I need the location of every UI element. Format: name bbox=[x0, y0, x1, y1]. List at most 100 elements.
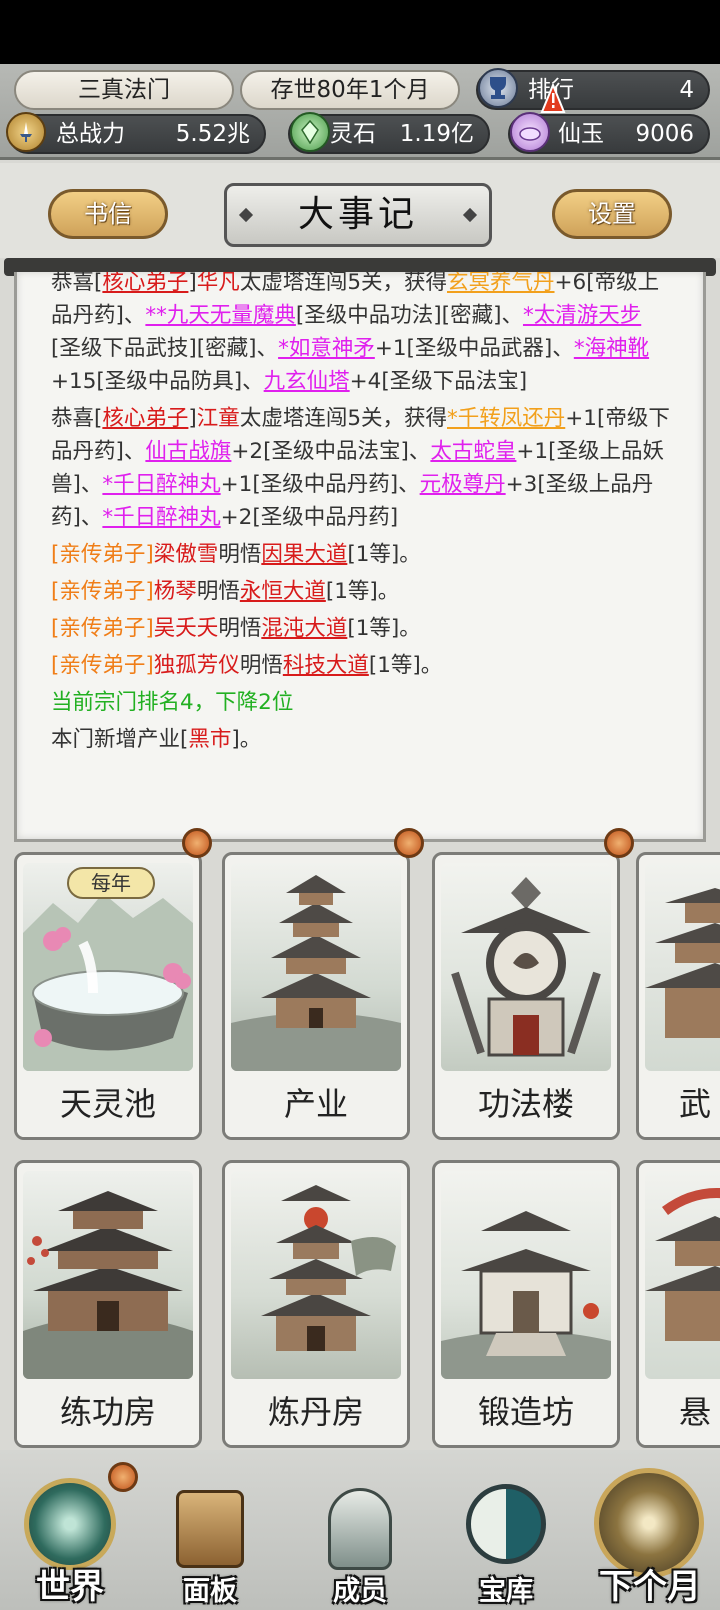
log-text: 明悟 bbox=[239, 653, 283, 678]
building-name: 锻造坊 bbox=[435, 1379, 617, 1445]
item-link[interactable]: 太古蛇皇 bbox=[430, 439, 516, 464]
disciple-name[interactable]: 吴夭夭 bbox=[154, 616, 219, 641]
nav-panel-button[interactable]: 面板 bbox=[150, 1460, 270, 1610]
sect-name: 三真法门 bbox=[78, 77, 170, 103]
resource-header: 三真法门 存世80年1个月 排行 4 总战力 5.52兆 灵石 1.19亿 仙玉… bbox=[0, 64, 720, 160]
nav-members-button[interactable]: 成员 bbox=[300, 1460, 420, 1610]
log-text: +2[圣级中品丹药] bbox=[220, 505, 399, 530]
spirit-stone-label: 灵石 bbox=[330, 121, 376, 147]
log-text: +4[圣级下品法宝] bbox=[349, 369, 528, 394]
log-text: 明悟 bbox=[218, 616, 262, 641]
notification-dot-icon bbox=[394, 828, 424, 858]
status-bar bbox=[0, 0, 720, 64]
next-month-button[interactable]: 下个月 bbox=[580, 1460, 720, 1610]
log-text: ] bbox=[188, 406, 197, 431]
disciple-name[interactable]: 独孤芳仪 bbox=[154, 653, 240, 678]
disciple-rank: 核心弟子 bbox=[102, 272, 189, 295]
industry-name[interactable]: 黑市 bbox=[188, 727, 231, 752]
world-orb-icon bbox=[24, 1478, 116, 1570]
log-text: [圣级中品功法][密藏]、 bbox=[295, 303, 523, 328]
log-entry: [亲传弟子]杨琴明悟永恒大道[1等]。 bbox=[51, 575, 671, 608]
log-entry: 本门新增产业[黑市]。 bbox=[51, 723, 671, 756]
letters-button[interactable]: 书信 bbox=[48, 189, 168, 239]
log-text: [1等]。 bbox=[347, 542, 421, 567]
dao-link[interactable]: 科技大道 bbox=[283, 653, 369, 678]
building-card-forge[interactable]: 锻造坊 bbox=[432, 1160, 620, 1448]
next-month-label: 下个月 bbox=[599, 1567, 701, 1607]
item-link[interactable]: 九玄仙塔 bbox=[264, 369, 350, 394]
log-entry: [亲传弟子]梁傲雪明悟因果大道[1等]。 bbox=[51, 538, 671, 571]
log-text: ] bbox=[145, 542, 154, 567]
industry-illustration bbox=[231, 863, 401, 1071]
item-link[interactable]: 玄冥养气丹 bbox=[447, 272, 555, 295]
building-name: 炼丹房 bbox=[225, 1379, 407, 1445]
item-link[interactable]: 元极尊丹 bbox=[420, 472, 506, 497]
notification-dot-icon bbox=[108, 1462, 138, 1492]
sword-shield-icon bbox=[6, 112, 46, 152]
yearly-badge: 每年 bbox=[67, 867, 155, 899]
log-text: [圣级下品武技][密藏]、 bbox=[51, 336, 279, 361]
disciple-rank: 亲传弟子 bbox=[59, 542, 146, 567]
log-text: ] bbox=[145, 579, 154, 604]
log-text: +1[圣级中品丹药]、 bbox=[220, 472, 420, 497]
nav-treasury-button[interactable]: 宝库 bbox=[446, 1460, 566, 1610]
disciple-name[interactable]: 梁傲雪 bbox=[154, 542, 219, 567]
building-card-martial-hall[interactable]: 武 bbox=[636, 852, 720, 1140]
event-log[interactable]: 恭喜[核心弟子]华凡太虚塔连闯5关，获得玄冥养气丹+6[帝级上品丹药]、**九天… bbox=[14, 272, 706, 842]
item-link[interactable]: *太清游天步 bbox=[523, 303, 641, 328]
building-card-training-room[interactable]: 练功房 bbox=[14, 1160, 202, 1448]
power-value: 5.52兆 bbox=[175, 121, 250, 147]
building-name: 产业 bbox=[225, 1071, 407, 1137]
log-text: 本门新增产业[ bbox=[51, 727, 189, 752]
building-name: 天灵池 bbox=[17, 1071, 199, 1137]
building-card-hanging[interactable]: 悬 bbox=[636, 1160, 720, 1448]
spirit-stone-icon bbox=[290, 112, 330, 152]
log-text: 太虚塔连闯5关，获得 bbox=[239, 272, 447, 295]
log-entry: [亲传弟子]吴夭夭明悟混沌大道[1等]。 bbox=[51, 612, 671, 645]
building-name: 练功房 bbox=[17, 1379, 199, 1445]
item-link[interactable]: *千日醉神丸 bbox=[102, 472, 220, 497]
sect-rank-message: 当前宗门排名4，下降2位 bbox=[51, 690, 294, 715]
dao-link[interactable]: 混沌大道 bbox=[261, 616, 347, 641]
dao-link[interactable]: 因果大道 bbox=[261, 542, 347, 567]
scroll-panel-icon bbox=[176, 1490, 244, 1568]
nav-panel-label: 面板 bbox=[183, 1576, 237, 1607]
event-log-content: 恭喜[核心弟子]华凡太虚塔连闯5关，获得玄冥养气丹+6[帝级上品丹药]、**九天… bbox=[51, 272, 671, 760]
notification-dot-icon bbox=[182, 828, 212, 858]
rank-value: 4 bbox=[679, 77, 694, 103]
log-text: 明悟 bbox=[218, 542, 262, 567]
disciple-name[interactable]: 杨琴 bbox=[154, 579, 197, 604]
building-card-clip: 悬 bbox=[636, 1160, 720, 1448]
building-card-alchemy-room[interactable]: 炼丹房 bbox=[222, 1160, 410, 1448]
era-text: 存世80年1个月 bbox=[270, 77, 430, 103]
log-entry: 恭喜[核心弟子]华凡太虚塔连闯5关，获得玄冥养气丹+6[帝级上品丹药]、**九天… bbox=[51, 272, 671, 398]
item-link[interactable]: *如意神矛 bbox=[278, 336, 375, 361]
item-link[interactable]: *海神靴 bbox=[574, 336, 649, 361]
power-plate: 总战力 5.52兆 bbox=[8, 114, 266, 154]
log-entry: 恭喜[核心弟子]江童太虚塔连闯5关，获得*千转凤还丹+1[帝级下品丹药]、仙古战… bbox=[51, 402, 671, 534]
page-title: 大事记 bbox=[297, 194, 418, 235]
title-left-ornament-icon bbox=[238, 207, 254, 223]
sect-name-plate[interactable]: 三真法门 bbox=[14, 70, 234, 110]
log-text: 明悟 bbox=[196, 579, 240, 604]
settings-button[interactable]: 设置 bbox=[552, 189, 672, 239]
nav-world-button[interactable]: 世界 bbox=[10, 1460, 138, 1610]
log-text: +1[圣级中品武器]、 bbox=[374, 336, 574, 361]
dao-link[interactable]: 永恒大道 bbox=[240, 579, 326, 604]
martial-hall-illustration bbox=[645, 863, 720, 1071]
disciple-name[interactable]: 华凡 bbox=[197, 272, 240, 295]
technique-tower-illustration bbox=[441, 863, 611, 1071]
building-card-heavenly-pool[interactable]: 每年 天灵池 bbox=[14, 852, 202, 1140]
disciple-name[interactable]: 江童 bbox=[197, 406, 240, 431]
item-link[interactable]: *千日醉神丸 bbox=[102, 505, 220, 530]
bottom-nav: 世界 面板 成员 宝库 下个月 bbox=[0, 1450, 720, 1610]
disciple-rank: 核心弟子 bbox=[102, 406, 189, 431]
item-link[interactable]: 仙古战旗 bbox=[145, 439, 231, 464]
building-card-industry[interactable]: 产业 bbox=[222, 852, 410, 1140]
nav-treasury-label: 宝库 bbox=[479, 1576, 533, 1607]
building-card-technique-tower[interactable]: 功法楼 bbox=[432, 852, 620, 1140]
item-link[interactable]: *千转凤还丹 bbox=[447, 406, 565, 431]
title-right-ornament-icon bbox=[462, 207, 478, 223]
log-text: 恭喜[ bbox=[51, 406, 103, 431]
item-link[interactable]: **九天无量魔典 bbox=[145, 303, 296, 328]
